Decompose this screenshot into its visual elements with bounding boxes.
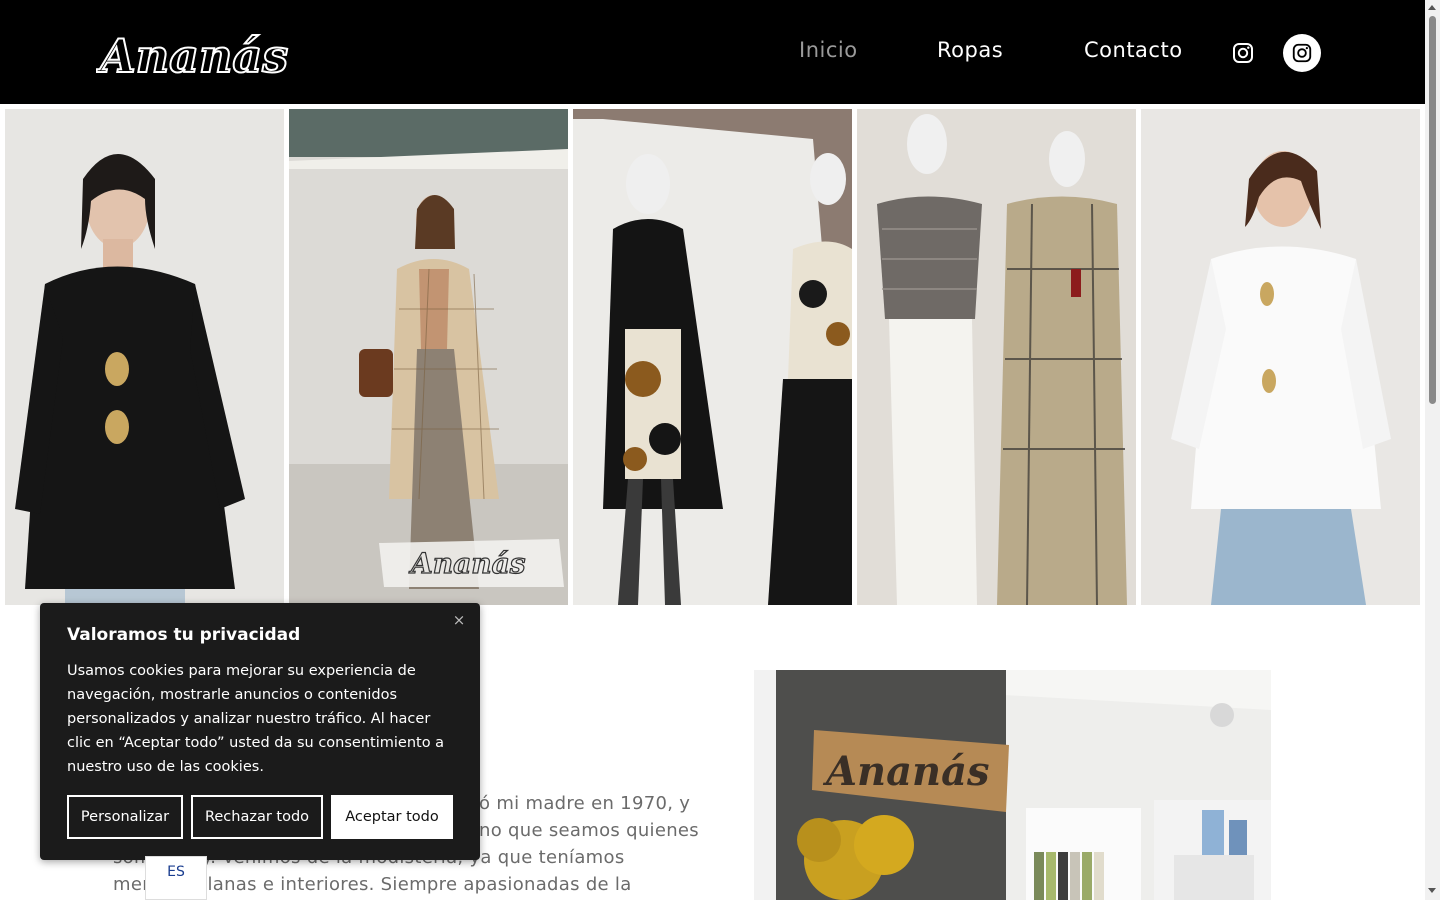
nav-ropas[interactable]: Ropas: [937, 38, 1003, 62]
gallery-image-1[interactable]: [5, 109, 284, 605]
shop-interior-image: Ananás: [754, 670, 1271, 900]
svg-text:Ananás: Ananás: [96, 29, 288, 80]
mannequins-black-dress-image: [573, 109, 852, 605]
gallery-image-5[interactable]: [1141, 109, 1420, 605]
model-black-shirt-image: [5, 109, 284, 605]
instagram-icon: [1292, 43, 1312, 63]
svg-text:Ananás: Ananás: [408, 547, 526, 580]
nav-inicio[interactable]: Inicio: [799, 38, 858, 62]
model-plaid-coat-image: Ananás: [289, 109, 568, 605]
nav-contacto[interactable]: Contacto: [1084, 38, 1183, 62]
page-scrollbar[interactable]: [1425, 0, 1440, 900]
instagram-icon[interactable]: [1231, 41, 1255, 65]
site-header: Ananás Inicio Ropas Contacto: [0, 0, 1425, 104]
cookie-description: Usamos cookies para mejorar su experienc…: [67, 663, 445, 775]
reject-all-button[interactable]: Rechazar todo: [191, 795, 323, 839]
accept-all-button[interactable]: Aceptar todo: [331, 795, 453, 839]
instagram-button[interactable]: [1283, 34, 1321, 72]
scrollbar-thumb[interactable]: [1429, 16, 1436, 404]
scroll-up-arrow-icon[interactable]: [1428, 5, 1436, 10]
cookie-title: Valoramos tu privacidad: [67, 625, 301, 645]
mannequins-knit-plaid-image: [857, 109, 1136, 605]
shop-photo: Ananás: [754, 670, 1271, 900]
cookie-consent-banner: Valoramos tu privacidad × Usamos cookies…: [40, 603, 480, 860]
language-switcher[interactable]: ES: [145, 856, 207, 900]
ananas-logo[interactable]: Ananás: [96, 28, 348, 80]
scroll-down-arrow-icon[interactable]: [1428, 888, 1436, 893]
customize-button[interactable]: Personalizar: [67, 795, 183, 839]
gallery-image-3[interactable]: [573, 109, 852, 605]
gallery-image-4[interactable]: [857, 109, 1136, 605]
close-icon[interactable]: ×: [450, 611, 468, 629]
gallery-image-2[interactable]: Ananás: [289, 109, 568, 605]
model-white-shirt-image: [1141, 109, 1420, 605]
svg-text:Ananás: Ananás: [822, 748, 990, 795]
